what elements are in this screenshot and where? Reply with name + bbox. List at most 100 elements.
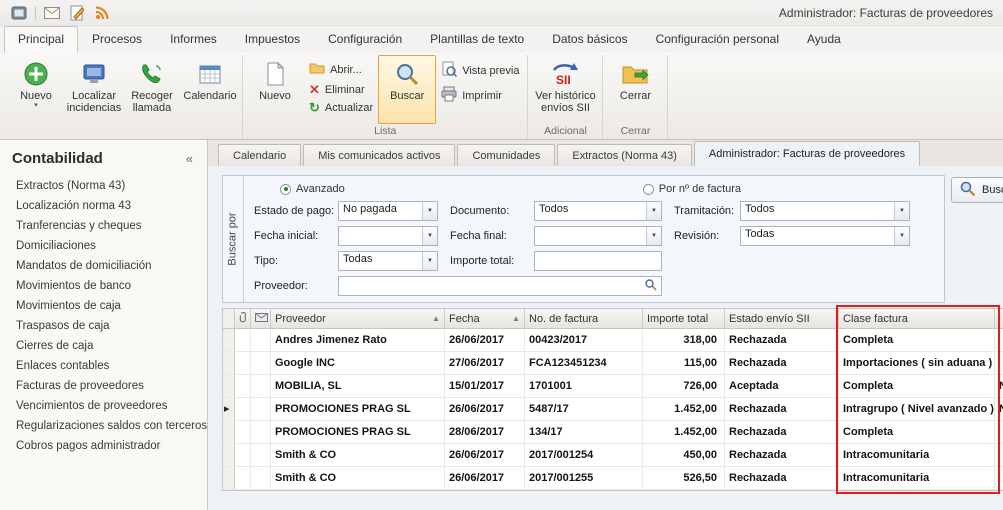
documento-combo[interactable]: Todos xyxy=(534,201,662,221)
vista-previa-button[interactable]: Vista previa xyxy=(436,60,524,81)
table-row[interactable]: Google INC 27/06/2017 FCA123451234 115,0… xyxy=(223,352,1003,375)
document-tab[interactable]: Administrador: Facturas de proveedores xyxy=(694,141,920,166)
proveedor-column-header[interactable]: Proveedor ▲ xyxy=(271,309,445,328)
feed-icon[interactable] xyxy=(93,4,111,22)
ribbon-tab[interactable]: Informes xyxy=(156,26,231,53)
sidebar-item[interactable]: Domiciliaciones xyxy=(0,236,207,256)
row-selector-cell[interactable] xyxy=(223,329,235,351)
radio-por-numero-factura[interactable]: Por nº de factura xyxy=(643,183,741,195)
table-row[interactable]: MOBILIA, SL 15/01/2017 1701001 726,00 Ac… xyxy=(223,375,1003,398)
sidebar-item[interactable]: Vencimientos de proveedores xyxy=(0,396,207,416)
calendario-button[interactable]: Calendario xyxy=(181,55,239,124)
cell-estado-envio-sii: Rechazada xyxy=(725,352,839,374)
table-row[interactable]: Smith & CO 26/06/2017 2017/001255 526,50… xyxy=(223,467,1003,490)
cell-proveedor: Smith & CO xyxy=(271,467,445,489)
nuevo-button[interactable]: Nuevo ▾ xyxy=(7,55,65,124)
app-icon[interactable] xyxy=(10,4,28,22)
chevron-down-icon[interactable] xyxy=(422,202,437,220)
ribbon-tab[interactable]: Configuración personal xyxy=(642,26,793,53)
chevron-down-icon[interactable] xyxy=(894,202,909,220)
table-row[interactable]: PROMOCIONES PRAG SL 28/06/2017 134/17 1.… xyxy=(223,421,1003,444)
recoger-llamada-button[interactable]: Recoger llamada xyxy=(123,55,181,124)
clase-factura-column-header[interactable]: Clase factura xyxy=(839,309,995,328)
ribbon-tab[interactable]: Procesos xyxy=(78,26,156,53)
estado-envio-sii-column-header[interactable]: Estado envío SII xyxy=(725,309,839,328)
document-tab[interactable]: Extractos (Norma 43) xyxy=(557,144,692,166)
chevron-down-icon[interactable] xyxy=(422,252,437,270)
sidebar-item[interactable]: Cierres de caja xyxy=(0,336,207,356)
preview-icon xyxy=(441,61,457,80)
eliminar-button[interactable]: ✕ Eliminar xyxy=(304,83,378,97)
ribbon-tab[interactable]: Impuestos xyxy=(231,26,314,53)
attachment-column-header[interactable] xyxy=(235,309,251,328)
sidebar-item[interactable]: Cobros pagos administrador xyxy=(0,436,207,456)
ribbon-tab[interactable]: Plantillas de texto xyxy=(416,26,538,53)
row-selector-cell[interactable] xyxy=(223,375,235,397)
row-selector-cell[interactable] xyxy=(223,421,235,443)
fecha-final-combo[interactable] xyxy=(534,226,662,246)
chevron-down-icon[interactable] xyxy=(894,227,909,245)
cell-fecha: 27/06/2017 xyxy=(445,352,525,374)
mail-icon[interactable] xyxy=(43,4,61,22)
export-column-header[interactable] xyxy=(251,309,271,328)
document-tab[interactable]: Calendario xyxy=(218,144,301,166)
document-tab[interactable]: Comunidades xyxy=(457,144,555,166)
ribbon-tab[interactable]: Configuración xyxy=(314,26,416,53)
ribbon-group-lista-caption: Lista xyxy=(246,124,524,139)
sidebar-item[interactable]: Enlaces contables xyxy=(0,356,207,376)
sidebar-item[interactable]: Tranferencias y cheques xyxy=(0,216,207,236)
sidebar-item[interactable]: Movimientos de banco xyxy=(0,276,207,296)
importe-total-column-header[interactable]: Importe total xyxy=(643,309,725,328)
no-factura-column-header[interactable]: No. de factura xyxy=(525,309,643,328)
imprimir-button[interactable]: Imprimir xyxy=(436,85,524,106)
sidebar-item[interactable]: Extractos (Norma 43) xyxy=(0,176,207,196)
nuevo-lista-button[interactable]: Nuevo xyxy=(246,55,304,124)
table-row[interactable]: Smith & CO 26/06/2017 2017/001254 450,00… xyxy=(223,444,1003,467)
ribbon-tab[interactable]: Ayuda xyxy=(793,26,855,53)
table-row[interactable]: Andres Jimenez Rato 26/06/2017 00423/201… xyxy=(223,329,1003,352)
buscar-panel-button[interactable]: Busc xyxy=(951,177,1003,203)
row-selector-cell[interactable] xyxy=(223,444,235,466)
fecha-inicial-combo[interactable] xyxy=(338,226,438,246)
search-icon[interactable] xyxy=(644,278,657,294)
ribbon-tab[interactable]: Datos básicos xyxy=(538,26,641,53)
document-tab[interactable]: Mis comunicados activos xyxy=(303,144,455,166)
ver-historico-sii-button[interactable]: SII Ver histórico envíos SII xyxy=(531,55,599,124)
actualizar-button[interactable]: ↻ Actualizar xyxy=(304,101,378,115)
row-selector-cell[interactable] xyxy=(223,352,235,374)
buscar-button[interactable]: Buscar xyxy=(378,55,436,124)
revision-combo[interactable]: Todas xyxy=(740,226,910,246)
fecha-column-header[interactable]: Fecha ▲ xyxy=(445,309,525,328)
cell-clase-factura: Completa xyxy=(839,375,995,397)
search-icon xyxy=(393,59,421,89)
tramitacion-combo[interactable]: Todos xyxy=(740,201,910,221)
estado-de-pago-combo[interactable]: No pagada xyxy=(338,201,438,221)
ribbon-tab[interactable]: Principal xyxy=(4,26,78,53)
proveedor-input[interactable] xyxy=(338,276,662,296)
partial-column-header[interactable] xyxy=(995,309,1003,328)
tipo-combo[interactable]: Todas xyxy=(338,251,438,271)
table-row[interactable]: PROMOCIONES PRAG SL 26/06/2017 5487/17 1… xyxy=(223,398,1003,421)
cell-fecha: 28/06/2017 xyxy=(445,421,525,443)
chevron-down-icon[interactable] xyxy=(646,227,661,245)
importe-total-input[interactable] xyxy=(534,251,662,271)
collapse-chevron-icon[interactable]: « xyxy=(186,151,193,166)
calendario-label: Calendario xyxy=(183,90,236,102)
sidebar-item[interactable]: Facturas de proveedores xyxy=(0,376,207,396)
cerrar-button[interactable]: Cerrar xyxy=(606,55,664,124)
localizar-incidencias-button[interactable]: Localizar incidencias xyxy=(65,55,123,124)
sidebar-item[interactable]: Movimientos de caja xyxy=(0,296,207,316)
edit-note-icon[interactable] xyxy=(68,4,86,22)
chevron-down-icon[interactable] xyxy=(422,227,437,245)
sort-ascending-icon: ▲ xyxy=(432,314,440,323)
sidebar-item[interactable]: Mandatos de domiciliación xyxy=(0,256,207,276)
sidebar-item[interactable]: Traspasos de caja xyxy=(0,316,207,336)
chevron-down-icon[interactable] xyxy=(646,202,661,220)
row-selector-cell[interactable] xyxy=(223,467,235,489)
radio-avanzado[interactable]: Avanzado xyxy=(280,183,345,195)
row-selector-cell[interactable] xyxy=(223,398,235,420)
abrir-button[interactable]: Abrir... xyxy=(304,60,378,79)
content-pane: Buscar por Avanzado Por nº de factura xyxy=(208,166,1003,510)
sidebar-item[interactable]: Regularizaciones saldos con terceros xyxy=(0,416,207,436)
sidebar-item[interactable]: Localización norma 43 xyxy=(0,196,207,216)
